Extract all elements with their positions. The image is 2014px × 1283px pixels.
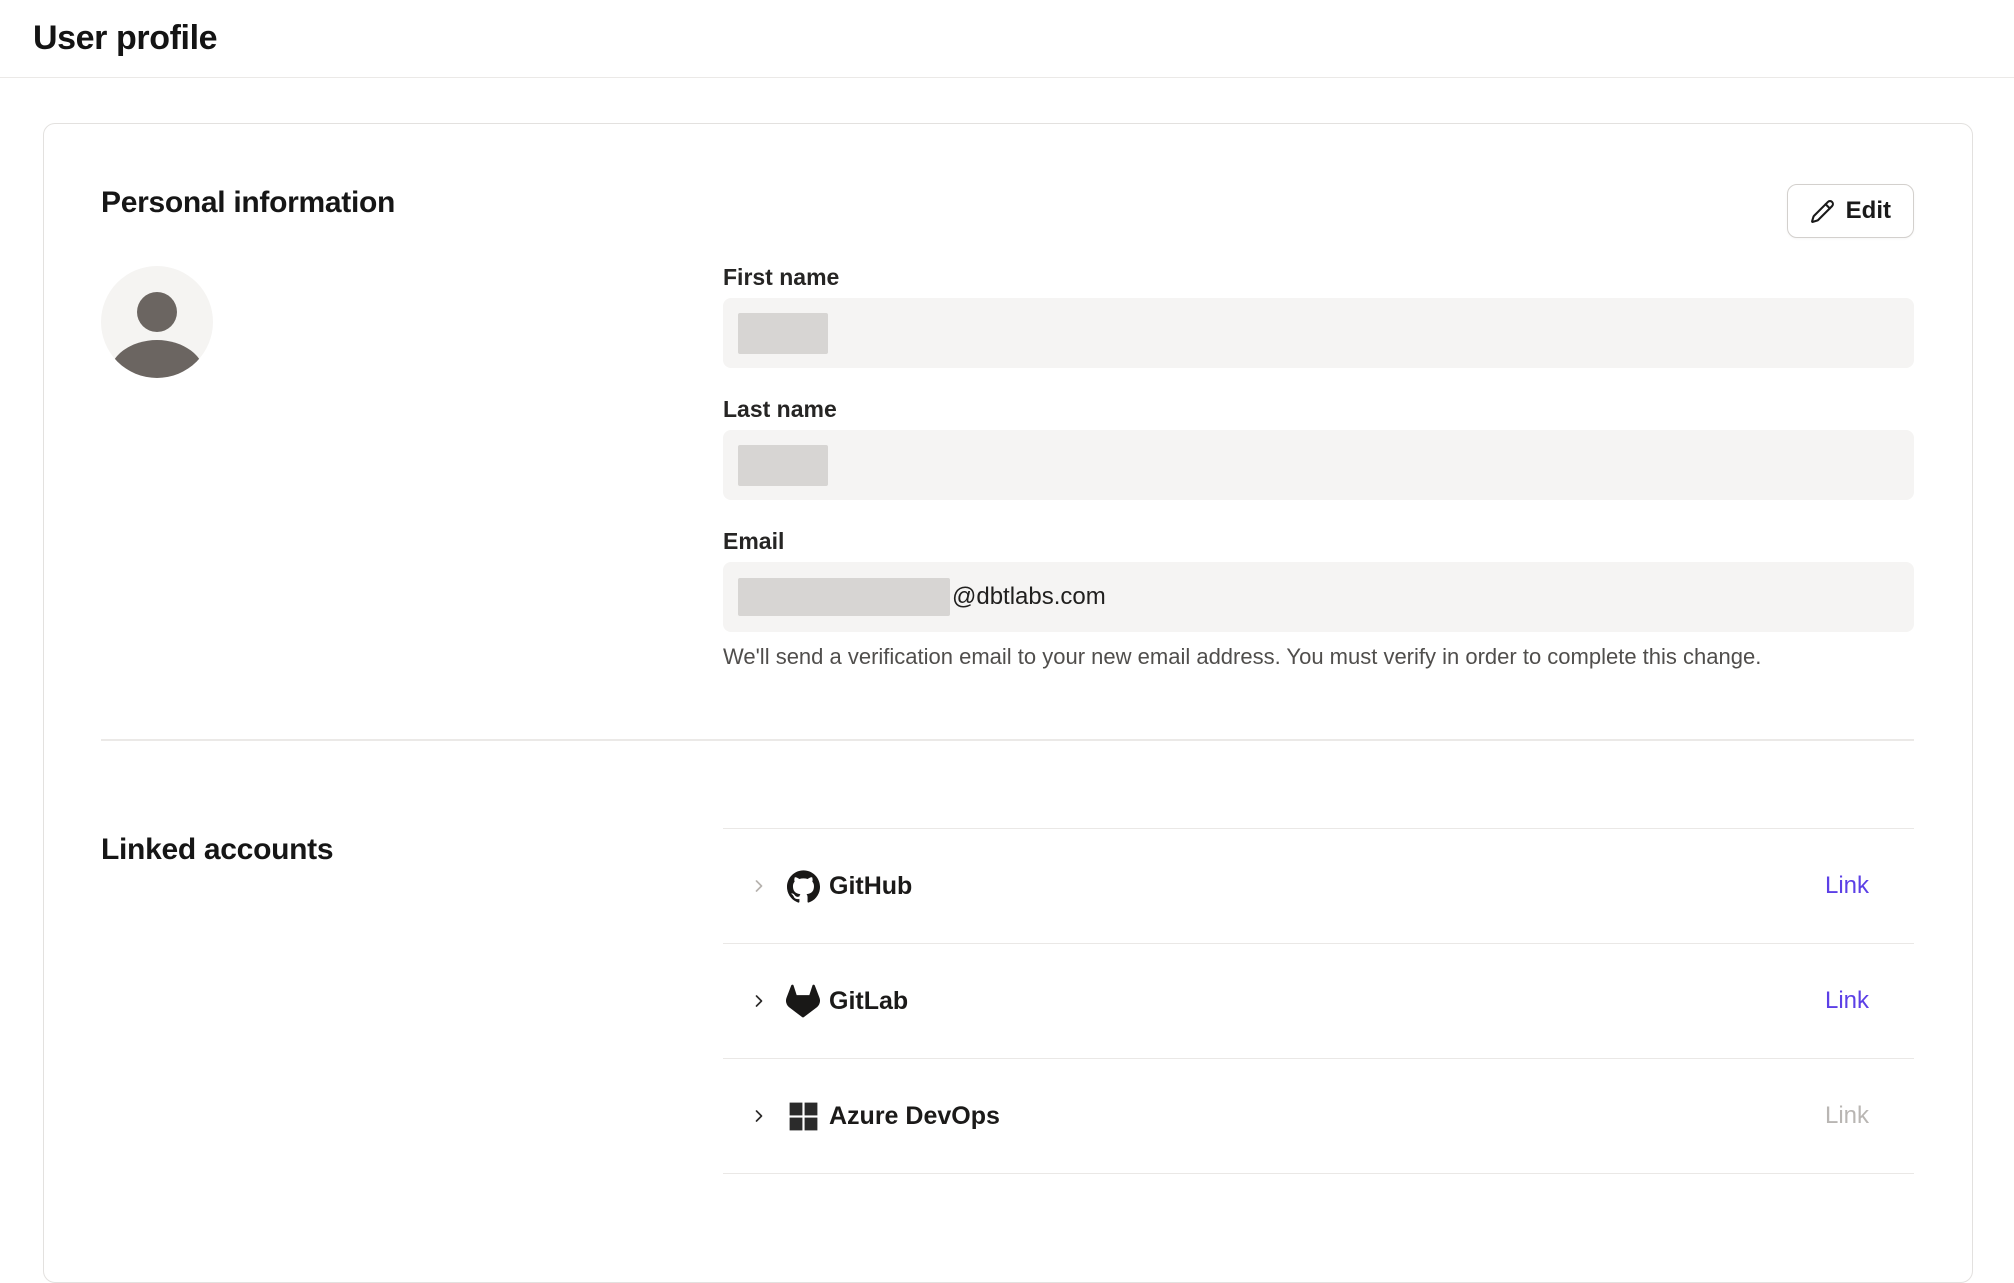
email-helper-text: We'll send a verification email to your … <box>723 644 1914 670</box>
account-name: GitHub <box>829 872 912 901</box>
profile-card: Personal information First name Last nam… <box>43 123 1973 1283</box>
pencil-icon <box>1810 199 1835 224</box>
personal-info-heading: Personal information <box>101 186 723 220</box>
github-link-action[interactable]: Link <box>1825 872 1914 900</box>
azure-devops-icon <box>786 1099 820 1133</box>
chevron-right-icon[interactable] <box>749 991 769 1011</box>
azure-devops-link-action: Link <box>1825 1102 1914 1130</box>
linked-account-row-gitlab: GitLab Link <box>723 944 1914 1059</box>
avatar-person-body-icon <box>109 340 205 378</box>
page-title: User profile <box>33 19 217 58</box>
linked-accounts-section: Linked accounts GitHub Link <box>44 741 1972 1174</box>
email-label: Email <box>723 528 1914 554</box>
last-name-input <box>723 430 1914 500</box>
personal-info-form: First name Last name Email @dbtlabs.com … <box>723 186 1914 670</box>
last-name-field-group: Last name <box>723 396 1914 500</box>
account-name: GitLab <box>829 987 908 1016</box>
first-name-field-group: First name <box>723 264 1914 368</box>
linked-account-row-azure-devops: Azure DevOps Link <box>723 1059 1914 1174</box>
edit-button[interactable]: Edit <box>1787 184 1914 238</box>
redacted-first-name-value <box>738 313 828 354</box>
redacted-last-name-value <box>738 445 828 486</box>
avatar-person-head-icon <box>137 292 177 332</box>
github-icon <box>786 869 820 903</box>
personal-info-section: Personal information First name Last nam… <box>44 124 1972 739</box>
page-header: User profile <box>0 0 2014 78</box>
email-input: @dbtlabs.com <box>723 562 1914 632</box>
first-name-label: First name <box>723 264 1914 290</box>
email-domain-text: @dbtlabs.com <box>952 583 1106 611</box>
account-name: Azure DevOps <box>829 1102 1000 1131</box>
email-field-group: Email @dbtlabs.com We'll send a verifica… <box>723 528 1914 670</box>
linked-accounts-list: GitHub Link GitLab Link <box>723 828 1914 1174</box>
edit-button-label: Edit <box>1846 197 1891 225</box>
first-name-input <box>723 298 1914 368</box>
avatar <box>101 266 213 378</box>
chevron-right-icon[interactable] <box>749 1106 769 1126</box>
chevron-right-icon[interactable] <box>749 876 769 896</box>
redacted-email-prefix <box>738 578 950 616</box>
gitlab-icon <box>786 984 820 1018</box>
last-name-label: Last name <box>723 396 1914 422</box>
linked-accounts-heading: Linked accounts <box>101 833 723 867</box>
linked-account-row-github: GitHub Link <box>723 829 1914 944</box>
gitlab-link-action[interactable]: Link <box>1825 987 1914 1015</box>
